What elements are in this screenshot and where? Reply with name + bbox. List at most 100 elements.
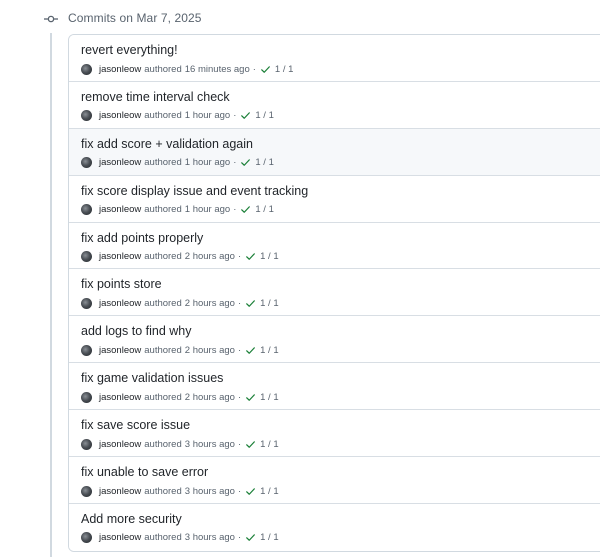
avatar[interactable] — [81, 110, 92, 122]
checks-count[interactable]: 1 / 1 — [260, 486, 279, 497]
author-link[interactable]: jasonleow — [99, 110, 141, 121]
commit-row[interactable]: Add more security jasonleow authored 3 h… — [69, 503, 600, 551]
check-icon[interactable] — [245, 298, 256, 309]
author-link[interactable]: jasonleow — [99, 204, 141, 215]
commit-title-link[interactable]: fix add points properly — [81, 231, 203, 245]
check-icon[interactable] — [240, 204, 251, 215]
commit-meta: jasonleow authored 3 hours ago · 1 / 1 — [81, 484, 279, 498]
checks-count[interactable]: 1 / 1 — [260, 251, 279, 262]
avatar[interactable] — [81, 251, 92, 263]
commit-meta: jasonleow authored 2 hours ago · 1 / 1 — [81, 296, 279, 310]
avatar[interactable] — [81, 297, 92, 309]
checks-count[interactable]: 1 / 1 — [255, 204, 274, 215]
author-link[interactable]: jasonleow — [99, 532, 141, 543]
commit-title-link[interactable]: fix unable to save error — [81, 465, 208, 479]
authored-label: authored — [144, 297, 182, 309]
check-icon[interactable] — [245, 439, 256, 450]
separator-dot: · — [237, 532, 242, 544]
avatar[interactable] — [81, 438, 92, 450]
check-icon[interactable] — [245, 532, 256, 543]
relative-time: 3 hours ago — [184, 532, 235, 544]
check-icon[interactable] — [245, 251, 256, 262]
separator-dot: · — [237, 485, 242, 497]
relative-time: 1 hour ago — [184, 204, 231, 216]
relative-time: 3 hours ago — [184, 485, 235, 497]
relative-time: 2 hours ago — [184, 391, 235, 403]
commit-title-link[interactable]: fix score display issue and event tracki… — [81, 184, 308, 198]
separator-dot: · — [233, 157, 237, 169]
checks-count[interactable]: 1 / 1 — [255, 157, 274, 168]
checks-count[interactable]: 1 / 1 — [260, 392, 279, 403]
avatar[interactable] — [81, 391, 92, 403]
commit-title-link[interactable]: Add more security — [81, 512, 182, 526]
avatar[interactable] — [81, 157, 92, 169]
commit-title-link[interactable]: fix add score + validation again — [81, 137, 253, 151]
commit-row[interactable]: fix score display issue and event tracki… — [69, 175, 600, 223]
separator-dot: · — [237, 344, 242, 356]
commit-row[interactable]: fix save score issue jasonleow authored … — [69, 410, 600, 458]
commit-row[interactable]: fix game validation issues jasonleow aut… — [69, 363, 600, 411]
check-icon[interactable] — [260, 64, 271, 75]
avatar[interactable] — [81, 485, 92, 497]
check-icon[interactable] — [240, 157, 251, 168]
commit-meta: jasonleow authored 1 hour ago · 1 / 1 — [81, 109, 274, 123]
separator-dot: · — [237, 297, 242, 309]
commit-meta: jasonleow authored 3 hours ago · 1 / 1 — [81, 531, 279, 545]
authored-label: authored — [144, 438, 182, 450]
commit-title-link[interactable]: add logs to find why — [81, 324, 192, 338]
author-link[interactable]: jasonleow — [99, 298, 141, 309]
check-icon[interactable] — [245, 392, 256, 403]
relative-time: 2 hours ago — [184, 251, 235, 263]
checks-count[interactable]: 1 / 1 — [275, 64, 294, 75]
checks-count[interactable]: 1 / 1 — [260, 345, 279, 356]
commit-meta: jasonleow authored 2 hours ago · 1 / 1 — [81, 390, 279, 404]
commit-row[interactable]: remove time interval check jasonleow aut… — [69, 81, 600, 129]
commit-row-hovered[interactable]: fix add score + validation again jasonle… — [69, 128, 600, 176]
avatar[interactable] — [81, 532, 92, 544]
check-icon[interactable] — [245, 345, 256, 356]
commit-title-link[interactable]: fix points store — [81, 277, 162, 291]
commit-title-link[interactable]: remove time interval check — [81, 90, 230, 104]
authored-label: authored — [144, 157, 182, 169]
commit-title-link[interactable]: fix save score issue — [81, 418, 190, 432]
authored-label: authored — [144, 532, 182, 544]
check-icon[interactable] — [245, 486, 256, 497]
separator-dot: · — [237, 251, 242, 263]
check-icon[interactable] — [240, 110, 251, 121]
avatar[interactable] — [81, 344, 92, 356]
commit-list: revert everything! jasonleow authored 16… — [68, 34, 600, 552]
commit-meta: jasonleow authored 3 hours ago · 1 / 1 — [81, 437, 279, 451]
authored-label: authored — [144, 204, 182, 216]
checks-count[interactable]: 1 / 1 — [255, 110, 274, 121]
git-commit-icon — [44, 15, 58, 23]
checks-count[interactable]: 1 / 1 — [260, 532, 279, 543]
relative-time: 1 hour ago — [184, 157, 231, 169]
author-link[interactable]: jasonleow — [99, 486, 141, 497]
commit-meta: jasonleow authored 2 hours ago · 1 / 1 — [81, 250, 279, 264]
relative-time: 16 minutes ago — [184, 63, 250, 75]
avatar[interactable] — [81, 63, 92, 75]
author-link[interactable]: jasonleow — [99, 345, 141, 356]
relative-time: 1 hour ago — [184, 110, 231, 122]
commit-row[interactable]: fix add points properly jasonleow author… — [69, 222, 600, 270]
commit-title-link[interactable]: revert everything! — [81, 43, 178, 57]
checks-count[interactable]: 1 / 1 — [260, 439, 279, 450]
commit-meta: jasonleow authored 2 hours ago · 1 / 1 — [81, 343, 279, 357]
author-link[interactable]: jasonleow — [99, 251, 141, 262]
author-link[interactable]: jasonleow — [99, 392, 141, 403]
avatar[interactable] — [81, 204, 92, 216]
author-link[interactable]: jasonleow — [99, 157, 141, 168]
separator-dot: · — [237, 391, 242, 403]
commit-row[interactable]: add logs to find why jasonleow authored … — [69, 316, 600, 364]
checks-count[interactable]: 1 / 1 — [260, 298, 279, 309]
commit-row[interactable]: fix unable to save error jasonleow autho… — [69, 457, 600, 504]
commit-title-link[interactable]: fix game validation issues — [81, 371, 223, 385]
commit-row[interactable]: fix points store jasonleow authored 2 ho… — [69, 269, 600, 317]
relative-time: 2 hours ago — [184, 297, 235, 309]
commit-meta: jasonleow authored 1 hour ago · 1 / 1 — [81, 156, 274, 170]
commit-group-date: Commits on Mar 7, 2025 — [68, 11, 202, 25]
author-link[interactable]: jasonleow — [99, 439, 141, 450]
commit-row[interactable]: revert everything! jasonleow authored 16… — [69, 35, 600, 82]
commit-meta: jasonleow authored 16 minutes ago · 1 / … — [81, 62, 293, 76]
author-link[interactable]: jasonleow — [99, 64, 141, 75]
